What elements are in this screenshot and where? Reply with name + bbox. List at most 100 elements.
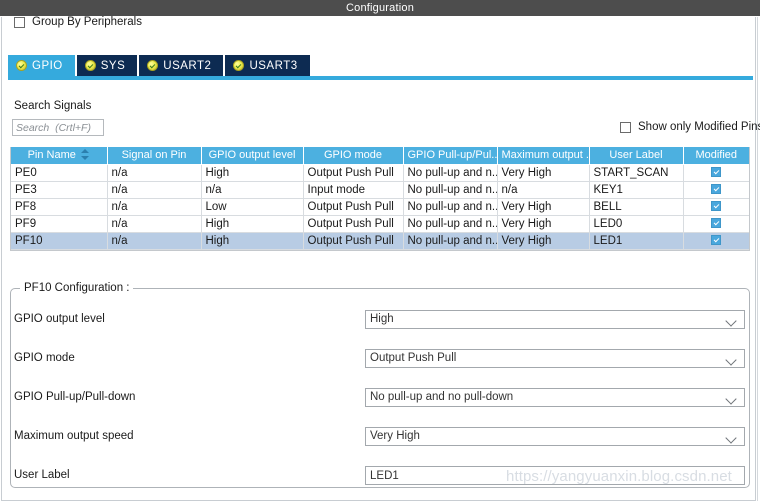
- gpio-mode-value: Output Push Pull: [370, 352, 457, 364]
- pin-configuration-legend: PF10 Configuration :: [20, 282, 134, 294]
- chevron-down-icon[interactable]: [725, 315, 737, 327]
- user-label-input[interactable]: [365, 466, 745, 485]
- gpio-output-level-value: High: [370, 313, 394, 325]
- check-circle-icon: [84, 60, 96, 71]
- max-output-speed-value: Very High: [370, 430, 420, 442]
- col-header-gpio-output-level[interactable]: GPIO output level: [201, 147, 304, 165]
- cell-modified[interactable]: [683, 164, 749, 182]
- cell-user-label: BELL: [589, 198, 684, 216]
- show-only-modified-pins-checkbox[interactable]: [620, 121, 631, 133]
- cell-signal-on-pin: n/a: [107, 164, 202, 182]
- pin-table-container: Pin Name Signal on Pin GPIO output level…: [10, 147, 750, 251]
- modified-checkbox[interactable]: [711, 218, 722, 228]
- cell-gpio-pull: No pull-up and n...: [403, 232, 498, 250]
- modified-checkbox[interactable]: [711, 184, 722, 194]
- cell-signal-on-pin: n/a: [107, 181, 202, 199]
- table-row[interactable]: PE0 n/a High Output Push Pull No pull-up…: [11, 164, 749, 182]
- col-header-modified[interactable]: Modified: [683, 147, 749, 165]
- cell-gpio-mode: Output Push Pull: [303, 164, 404, 182]
- field-gpio-pull-label: GPIO Pull-up/Pull-down: [14, 391, 136, 403]
- gpio-pull-dropdown[interactable]: No pull-up and no pull-down: [365, 388, 745, 407]
- cell-pin-name: PE3: [11, 181, 108, 199]
- gpio-output-level-dropdown[interactable]: High: [365, 310, 745, 329]
- search-signals-label: Search Signals: [14, 100, 92, 112]
- cell-user-label: LED0: [589, 215, 684, 233]
- field-gpio-mode: GPIO mode Output Push Pull: [0, 349, 760, 368]
- table-row[interactable]: PF9 n/a High Output Push Pull No pull-up…: [11, 215, 749, 233]
- field-max-output-speed: Maximum output speed Very High: [0, 427, 760, 446]
- cell-gpio-pull: No pull-up and n...: [403, 215, 498, 233]
- pin-table-header-row: Pin Name Signal on Pin GPIO output level…: [11, 147, 749, 165]
- modified-checkbox[interactable]: [711, 201, 722, 211]
- cell-user-label: LED1: [589, 232, 684, 250]
- modified-checkbox[interactable]: [711, 167, 722, 177]
- chevron-down-icon[interactable]: [725, 393, 737, 405]
- tab-usart2[interactable]: USART2: [139, 55, 224, 76]
- table-row[interactable]: PF10 n/a High Output Push Pull No pull-u…: [11, 232, 749, 250]
- cell-pin-name: PF9: [11, 215, 108, 233]
- cell-modified[interactable]: [683, 232, 749, 250]
- tab-sys[interactable]: SYS: [76, 55, 138, 76]
- col-header-user-label[interactable]: User Label: [589, 147, 684, 165]
- chevron-down-icon[interactable]: [725, 432, 737, 444]
- cell-pin-name: PE0: [11, 164, 108, 182]
- cell-user-label: KEY1: [589, 181, 684, 199]
- tab-usart3[interactable]: USART3: [225, 55, 310, 76]
- cell-gpio-pull: No pull-up and n...: [403, 198, 498, 216]
- cell-max-output-speed: Very High: [497, 232, 590, 250]
- gpio-pull-value: No pull-up and no pull-down: [370, 391, 514, 403]
- field-user-label: User Label: [0, 466, 760, 485]
- peripheral-tabs[interactable]: GPIO SYS USART2 USART3: [8, 55, 312, 76]
- pin-table: Pin Name Signal on Pin GPIO output level…: [11, 147, 749, 250]
- check-circle-icon: [233, 60, 245, 71]
- group-by-peripherals-checkbox[interactable]: [14, 16, 25, 28]
- cell-modified[interactable]: [683, 181, 749, 199]
- cell-signal-on-pin: n/a: [107, 232, 202, 250]
- tab-gpio[interactable]: GPIO: [8, 55, 75, 76]
- col-header-maximum-output-speed[interactable]: Maximum output ...: [497, 147, 590, 165]
- cell-max-output-speed: n/a: [497, 181, 590, 199]
- tab-sys-label: SYS: [100, 59, 126, 72]
- cell-gpio-output-level: High: [201, 164, 304, 182]
- cell-modified[interactable]: [683, 198, 749, 216]
- window-title: Configuration: [345, 2, 415, 14]
- table-row[interactable]: PE3 n/a n/a Input mode No pull-up and n.…: [11, 181, 749, 199]
- cell-gpio-pull: No pull-up and n...: [403, 164, 498, 182]
- col-header-gpio-pull[interactable]: GPIO Pull-up/Pul...: [403, 147, 498, 165]
- chevron-down-icon[interactable]: [725, 354, 737, 366]
- max-output-speed-dropdown[interactable]: Very High: [365, 427, 745, 446]
- table-row[interactable]: PF8 n/a Low Output Push Pull No pull-up …: [11, 198, 749, 216]
- col-header-signal-on-pin[interactable]: Signal on Pin: [107, 147, 202, 165]
- field-user-label-label: User Label: [14, 469, 70, 481]
- cell-gpio-mode: Output Push Pull: [303, 232, 404, 250]
- field-gpio-mode-label: GPIO mode: [14, 352, 75, 364]
- cell-pin-name: PF8: [11, 198, 108, 216]
- cell-gpio-output-level: Low: [201, 198, 304, 216]
- tab-usart3-label: USART3: [249, 59, 298, 72]
- sort-arrows-icon[interactable]: [80, 149, 90, 160]
- tab-usart2-label: USART2: [163, 59, 212, 72]
- configuration-window: Configuration Group By Peripherals GPIO …: [0, 0, 760, 502]
- cell-signal-on-pin: n/a: [107, 198, 202, 216]
- check-circle-icon: [16, 60, 27, 71]
- col-header-pin-name-label: Pin Name: [27, 149, 76, 161]
- check-circle-icon: [147, 60, 159, 71]
- group-by-peripherals-row[interactable]: Group By Peripherals: [14, 14, 142, 30]
- cell-gpio-mode: Output Push Pull: [303, 198, 404, 216]
- cell-modified[interactable]: [683, 215, 749, 233]
- show-only-modified-pins-row[interactable]: Show only Modified Pins: [620, 119, 760, 135]
- field-max-output-speed-label: Maximum output speed: [14, 430, 134, 442]
- cell-pin-name: PF10: [11, 232, 108, 250]
- cell-max-output-speed: Very High: [497, 215, 590, 233]
- field-gpio-output-level-label: GPIO output level: [14, 313, 105, 325]
- search-input[interactable]: [12, 119, 104, 136]
- show-only-modified-pins-label: Show only Modified Pins: [638, 121, 760, 133]
- cell-gpio-mode: Input mode: [303, 181, 404, 199]
- field-gpio-output-level: GPIO output level High: [0, 310, 760, 329]
- col-header-gpio-mode[interactable]: GPIO mode: [303, 147, 404, 165]
- col-header-pin-name[interactable]: Pin Name: [11, 147, 108, 165]
- modified-checkbox[interactable]: [711, 235, 722, 245]
- cell-gpio-pull: No pull-up and n...: [403, 181, 498, 199]
- cell-max-output-speed: Very High: [497, 198, 590, 216]
- gpio-mode-dropdown[interactable]: Output Push Pull: [365, 349, 745, 368]
